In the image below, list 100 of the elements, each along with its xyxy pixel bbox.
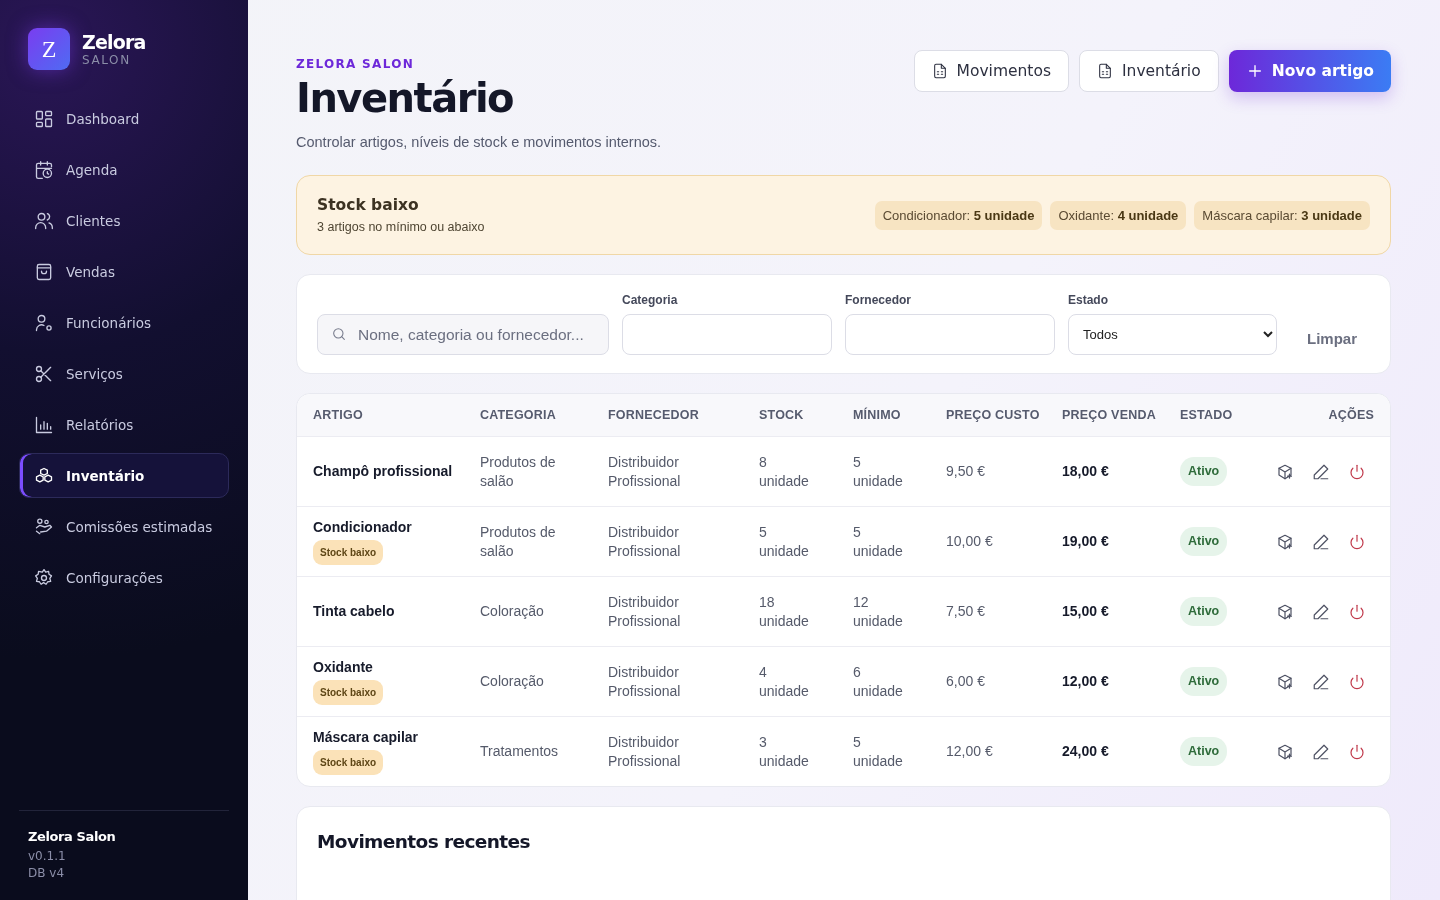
table-cell-text: 5 unidade [853,522,904,561]
status-badge: Ativo [1180,667,1228,696]
table-cell-text: Distribuidor Profissional [608,452,682,491]
stock-chip: Oxidante: 4 unidade [1050,200,1187,230]
app-name: Zelora Salon [28,829,117,844]
column-header: STOCK [759,408,804,422]
users-icon [34,210,54,231]
status-badge: Ativo [1180,527,1228,556]
sidebar-item[interactable]: Agenda [19,147,229,192]
table-cell-text: Coloração [480,672,545,691]
box-plus-icon[interactable] [1276,462,1294,481]
power-icon[interactable] [1348,602,1366,621]
table-cell-text: Produtos de salão [480,452,557,491]
column-header: PREÇO CUSTO [946,408,1040,422]
grid-icon [34,108,54,129]
document-icon [1097,63,1113,79]
plus-icon [1246,63,1263,79]
search-icon [331,326,347,342]
table-cell-text: 18 unidade [759,592,810,631]
sidebar-item[interactable]: Configurações [19,555,229,600]
input-field[interactable] [622,314,832,355]
page-title: Inventário [296,75,515,121]
power-icon[interactable] [1348,742,1366,761]
box-plus-icon[interactable] [1276,602,1294,621]
pencil-icon[interactable] [1312,602,1330,621]
inventory-button[interactable]: Inventário [1079,50,1219,92]
status-badge: Ativo [1180,737,1228,766]
page-subtitle: Controlar artigos, níveis de stock e movimentos internos. [296,134,662,150]
sidebar-item[interactable]: Clientes [19,198,229,243]
field-label: Fornecedor [845,293,912,307]
table-cell: 15,00 € [1062,603,1109,619]
pencil-icon[interactable] [1312,742,1330,761]
stock-chip: Condicionador: 5 unidade [874,200,1043,230]
table-cell-text: 5 unidade [759,522,810,561]
box-plus-icon[interactable] [1276,672,1294,691]
scissors-icon [34,363,54,384]
pencil-icon[interactable] [1312,532,1330,551]
input-field[interactable] [845,314,1055,355]
bag-icon [34,261,54,282]
item-name: Champô profissional [313,462,453,481]
column-header: ESTADO [1180,408,1233,422]
db-version-text: DB v4 [28,866,66,880]
table-cell: 6,00 € [946,673,985,689]
table-cell-text: Produtos de salão [480,522,557,561]
table-cell-text: Tratamentos [480,742,560,761]
search-field[interactable]: Nome, categoria ou fornecedor... [317,314,609,355]
sidebar-item[interactable]: Comissões estimadas [19,504,229,549]
sidebar-item[interactable]: Funcionários [19,300,229,345]
field-label: Categoria [622,293,679,307]
table-cell-text: 6 unidade [853,662,904,701]
clear-button[interactable]: Limpar [1290,330,1374,355]
calendar-icon [34,159,54,180]
power-icon[interactable] [1348,462,1366,481]
table-cell: 12,00 € [1062,673,1109,689]
low-stock-badge: Stock baixo [313,750,384,775]
table-cell-text: 4 unidade [759,662,810,701]
sidebar-item[interactable]: Dashboard [19,96,229,141]
table-cell: 10,00 € [946,533,993,549]
table-cell: 19,00 € [1062,533,1109,549]
status-select[interactable]: Todos [1068,314,1277,355]
column-header: CATEGORIA [480,408,556,422]
column-header: PREÇO VENDA [1062,408,1156,422]
pencil-icon[interactable] [1312,672,1330,691]
table-cell-text: Coloração [480,602,545,621]
column-header: ARTIGO [313,408,363,422]
table-cell-text: 5 unidade [853,732,904,771]
page-eyebrow: ZELORA SALON [296,57,416,71]
settings-icon [34,567,54,588]
table-cell: 18,00 € [1062,463,1109,479]
sidebar-item[interactable]: Vendas [19,249,229,294]
table-cell-text: Distribuidor Profissional [608,662,682,701]
column-header: AÇÕES [1328,408,1374,422]
logo-icon: Z [28,28,70,70]
table-cell-text: 8 unidade [759,452,810,491]
box-plus-icon[interactable] [1276,532,1294,551]
power-icon[interactable] [1348,672,1366,691]
low-stock-badge: Stock baixo [313,680,384,705]
user-gear-icon [34,312,54,333]
sidebar-item[interactable]: Inventário [19,453,229,498]
brand-subtitle: SALON [82,53,132,67]
table-cell-text: 3 unidade [759,732,810,771]
pencil-icon[interactable] [1312,462,1330,481]
item-name: Máscara capilar [313,728,419,747]
item-name: Tinta cabelo [313,602,395,621]
sidebar-item[interactable]: Serviços [19,351,229,396]
sidebar-item[interactable]: Relatórios [19,402,229,447]
box-plus-icon[interactable] [1276,742,1294,761]
low-stock-badge: Stock baixo [313,540,384,565]
version-text: v0.1.1 [28,849,67,863]
column-header: MÍNIMO [853,408,901,422]
status-badge: Ativo [1180,597,1228,626]
bar-chart-icon [34,414,54,435]
power-icon[interactable] [1348,532,1366,551]
document-icon [931,63,948,79]
new-item-button[interactable]: Novo artigo [1228,50,1391,92]
movements-button[interactable]: Movimentos [913,50,1069,92]
table-cell-text: Distribuidor Profissional [608,592,682,631]
alert-text: 3 artigos no mínimo ou abaixo [317,220,485,234]
table-cell: 24,00 € [1062,743,1109,759]
table-cell-text: 12 unidade [853,592,904,631]
